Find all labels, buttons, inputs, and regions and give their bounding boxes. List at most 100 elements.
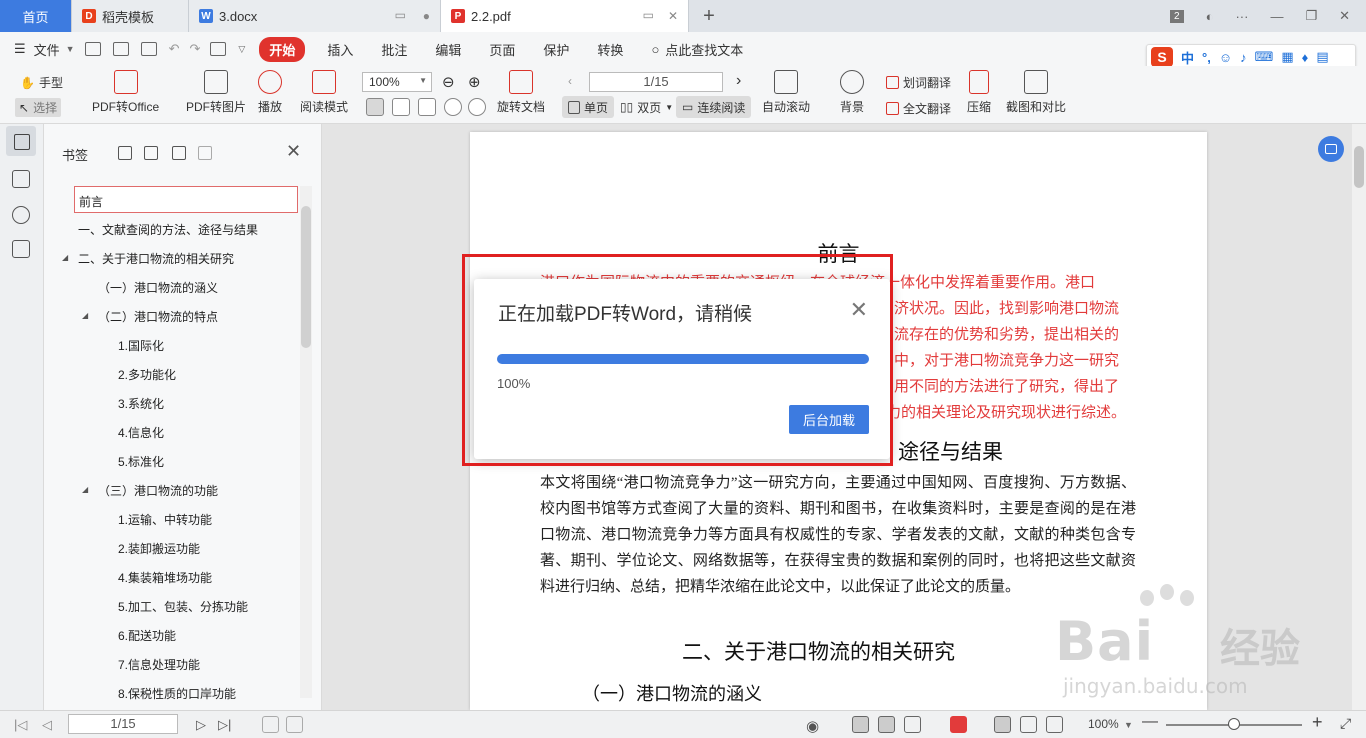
bookmark-item[interactable]: 前言 — [74, 186, 298, 213]
microphone-icon[interactable]: ♪ — [1240, 50, 1247, 65]
bookmark-item[interactable]: 3.系统化 — [118, 395, 164, 412]
single-view-icon[interactable] — [878, 716, 895, 733]
collapse-triangle-icon[interactable]: ◢ — [62, 253, 68, 262]
collapse-triangle-icon[interactable]: ◢ — [82, 311, 88, 320]
tab-pdf[interactable]: P 2.2.pdf ▭ ✕ — [441, 0, 689, 32]
chevron-down-icon[interactable]: ▼ — [66, 44, 75, 54]
pdf-to-image-button[interactable]: PDF转图片 — [186, 70, 246, 115]
actual-size-icon[interactable] — [366, 98, 384, 116]
emoji-icon[interactable]: ☺ — [1219, 50, 1232, 65]
toolbox-icon[interactable]: ▤ — [1316, 49, 1328, 65]
open-folder-icon[interactable] — [84, 42, 101, 56]
ime-mode-toggle[interactable]: 中 — [1181, 48, 1194, 67]
status-page-input[interactable]: 1/15 — [68, 714, 178, 734]
rotate-document-button[interactable]: 旋转文档 — [497, 70, 545, 115]
annotation-icon[interactable] — [12, 206, 30, 224]
new-tab-button[interactable]: + — [689, 0, 729, 32]
screenshot-compare-button[interactable]: 截图和对比 — [1006, 70, 1066, 115]
menu-edit[interactable]: 编辑 — [435, 40, 461, 59]
bookmark-item[interactable]: （三）港口物流的功能 — [98, 482, 218, 499]
fit-page-icon[interactable] — [392, 98, 410, 116]
bookmark-item[interactable]: 8.保税性质的口岸功能 — [118, 685, 236, 702]
add-child-bookmark-icon[interactable] — [144, 146, 158, 160]
attachment-icon[interactable] — [12, 240, 30, 258]
sogou-logo-icon[interactable]: S — [1151, 47, 1173, 67]
redo-icon[interactable]: ↷ — [190, 41, 201, 57]
bookmark-item[interactable]: （二）港口物流的特点 — [98, 308, 218, 325]
zoom-in-icon[interactable]: + — [1312, 712, 1323, 733]
bookmark-item[interactable]: 一、文献查阅的方法、途径与结果 — [78, 221, 258, 238]
float-tool-button[interactable] — [1318, 136, 1344, 162]
bookmark-flag-icon[interactable] — [172, 146, 186, 160]
bookmark-item[interactable]: 4.集装箱堆场功能 — [118, 569, 212, 586]
fit-width-icon[interactable] — [418, 98, 436, 116]
background-button[interactable]: 背景 — [840, 70, 864, 115]
bookmark-scrollbar[interactable] — [300, 186, 312, 698]
bookmark-item[interactable]: 1.运输、中转功能 — [118, 511, 212, 528]
add-bookmark-icon[interactable] — [118, 146, 132, 160]
menu-annotate[interactable]: 批注 — [381, 40, 407, 59]
continuous-read-button[interactable]: ▭ 连续阅读 — [676, 96, 752, 118]
more-icon[interactable]: ··· — [1235, 9, 1248, 24]
tab-docx[interactable]: W 3.docx ▭ ● — [189, 0, 441, 32]
prev-page-icon[interactable]: ◁ — [42, 717, 52, 733]
monitor-icon[interactable]: ▭ — [395, 8, 406, 22]
save-icon[interactable] — [112, 42, 129, 56]
eye-icon[interactable]: ◉ — [806, 717, 819, 735]
hand-tool-button[interactable]: ✋ 手型 — [20, 74, 63, 91]
full-translate-button[interactable]: 全文翻译 — [886, 100, 951, 117]
page-number-input[interactable]: 1/15 — [589, 72, 723, 92]
search-icon[interactable]: ○ — [651, 42, 659, 57]
quick-chevron-icon[interactable]: ▽ — [238, 44, 245, 55]
restore-icon[interactable]: ❐ — [1305, 8, 1317, 24]
first-page-icon[interactable]: |◁ — [14, 717, 27, 733]
bookmark-item[interactable]: 5.标准化 — [118, 453, 164, 470]
search-text-input[interactable]: 点此查找文本 — [665, 40, 743, 59]
bookmark-item[interactable]: 1.国际化 — [118, 337, 164, 354]
share-icon[interactable] — [210, 42, 227, 56]
last-page-icon[interactable]: ▷| — [218, 717, 231, 733]
bookmark-item[interactable]: 7.信息处理功能 — [118, 656, 200, 673]
read-mode-button[interactable]: 阅读模式 — [300, 70, 348, 115]
bookmark-item[interactable]: 二、关于港口物流的相关研究 — [78, 250, 234, 267]
double-view-icon[interactable] — [904, 716, 921, 733]
status-zoom-value[interactable]: 100% — [1088, 717, 1119, 731]
zoom-out-icon[interactable]: — — [1142, 713, 1158, 731]
document-scrollbar[interactable] — [1352, 124, 1366, 710]
window-count-badge[interactable]: 2 — [1170, 9, 1184, 23]
zoom-select[interactable]: 100% ▼ — [362, 72, 432, 92]
skin-icon[interactable]: ▦ — [1281, 49, 1293, 65]
prev-page-icon[interactable]: ‹ — [568, 74, 572, 88]
actual-size-icon[interactable] — [994, 716, 1011, 733]
menu-page[interactable]: 页面 — [489, 40, 515, 59]
menu-insert[interactable]: 插入 — [327, 40, 353, 59]
punctuation-icon[interactable]: °, — [1202, 50, 1211, 65]
double-page-button[interactable]: ▯▯ 双页 ▼ — [614, 96, 679, 118]
next-page-icon[interactable]: › — [736, 72, 741, 90]
keyboard-icon[interactable]: ⌨ — [1255, 49, 1274, 65]
menu-convert[interactable]: 转换 — [597, 40, 623, 59]
minimize-icon[interactable]: — — [1270, 9, 1283, 24]
menu-protect[interactable]: 保护 — [543, 40, 569, 59]
fit-page-icon[interactable] — [1020, 716, 1037, 733]
expand-icon[interactable]: ⤢ — [1340, 715, 1351, 732]
bookmark-item[interactable]: 2.装卸搬运功能 — [118, 540, 200, 557]
thumbnail-icon[interactable] — [12, 170, 30, 188]
avatar[interactable]: ◐ — [1206, 9, 1214, 24]
rotate-left-icon[interactable] — [444, 98, 462, 116]
shirt-icon[interactable]: ♦ — [1302, 50, 1309, 65]
zoom-out-icon[interactable]: ⊖ — [442, 73, 455, 91]
zoom-slider-handle[interactable] — [1228, 718, 1240, 730]
tab-template[interactable]: D 稻壳模板 — [72, 0, 189, 32]
forward-icon[interactable] — [286, 716, 303, 733]
bookmark-item[interactable]: （一）港口物流的涵义 — [98, 279, 218, 296]
bookmark-item[interactable]: 4.信息化 — [118, 424, 164, 441]
bookmark-panel-icon[interactable] — [6, 126, 36, 156]
document-scroll-thumb[interactable] — [1354, 146, 1364, 188]
menu-file[interactable]: 文件 — [34, 40, 60, 59]
bookmark-item[interactable]: 5.加工、包装、分拣功能 — [118, 598, 248, 615]
close-icon[interactable]: ✕ — [286, 141, 301, 162]
bookmark-item[interactable]: 2.多功能化 — [118, 366, 176, 383]
chevron-down-icon[interactable]: ▼ — [1124, 720, 1133, 730]
tab-home[interactable]: 首页 — [0, 0, 72, 32]
